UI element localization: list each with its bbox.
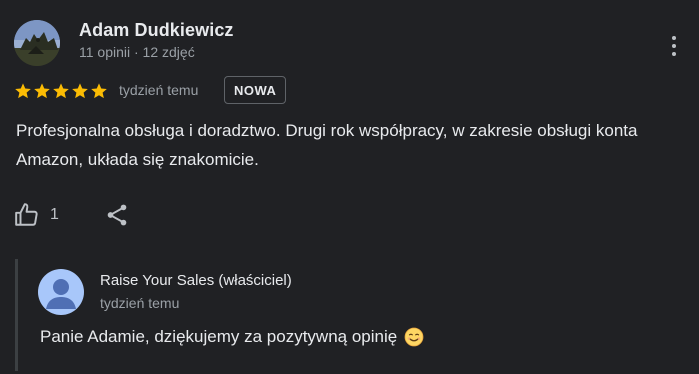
share-icon xyxy=(107,204,127,226)
star-icon xyxy=(72,83,88,99)
review-time: tydzień temu xyxy=(119,82,199,98)
reply-divider xyxy=(15,259,18,371)
review-text: Profesjonalna obsługa i doradztwo. Drugi… xyxy=(16,121,638,169)
author-avatar[interactable] xyxy=(14,20,60,66)
owner-reply-message: Panie Adamie, dziękujemy za pozytywną op… xyxy=(40,327,398,346)
profile-photo-icon xyxy=(14,20,60,66)
more-options-button[interactable] xyxy=(664,30,684,62)
author-name[interactable]: Adam Dudkiewicz xyxy=(79,20,234,41)
star-icon xyxy=(91,83,107,99)
like-button[interactable]: 1 xyxy=(14,200,59,230)
owner-avatar xyxy=(38,269,84,315)
owner-reply-time: tydzień temu xyxy=(100,295,180,311)
star-icon xyxy=(34,83,50,99)
share-button[interactable] xyxy=(104,202,130,228)
smiling-face-icon xyxy=(404,327,424,347)
more-vertical-icon xyxy=(672,36,676,40)
star-icon xyxy=(53,83,69,99)
like-count: 1 xyxy=(50,206,59,223)
star-rating xyxy=(14,80,108,102)
default-person-icon xyxy=(46,279,76,309)
owner-name: Raise Your Sales (właściciel) xyxy=(100,272,292,289)
new-badge: NOWA xyxy=(224,76,287,104)
author-meta: 11 opinii · 12 zdjęć xyxy=(79,44,195,60)
owner-reply-text: Panie Adamie, dziękujemy za pozytywną op… xyxy=(40,327,424,347)
star-icon xyxy=(15,83,31,99)
thumb-up-icon xyxy=(15,203,38,226)
